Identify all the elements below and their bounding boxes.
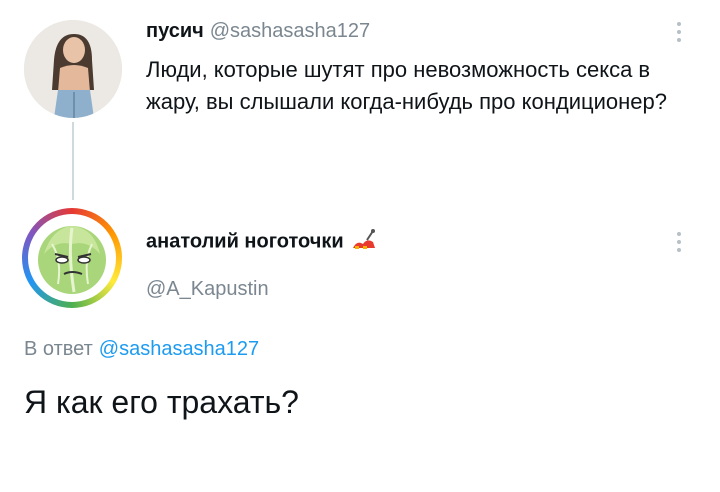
parent-tweet-text: Люди, которые шутят про невозможность се… <box>146 57 667 114</box>
parent-display-name[interactable]: пусич <box>146 20 204 42</box>
reply-to-mention[interactable]: @sashasasha127 <box>99 338 259 360</box>
reply-to-line: В ответ @sashasasha127 <box>24 338 259 361</box>
thread-line <box>72 122 74 200</box>
person-photo-avatar-icon <box>24 20 122 118</box>
reply-tweet-text: Я как его трахать? <box>24 384 299 420</box>
cabbage-avatar-icon <box>38 226 106 294</box>
parent-tweet-header: пусич @sashasasha127 <box>146 20 370 43</box>
reply-display-name-row: анатолий ноготочки <box>146 228 377 256</box>
reply-more-options-icon[interactable] <box>676 232 682 256</box>
reply-handle[interactable]: @A_Kapustin <box>146 278 269 301</box>
parent-handle[interactable]: @sashasasha127 <box>210 20 370 42</box>
nail-polish-emoji-icon <box>351 228 377 256</box>
parent-avatar[interactable] <box>24 20 122 118</box>
parent-more-options-icon[interactable] <box>676 22 682 46</box>
reply-avatar[interactable] <box>28 214 116 302</box>
reply-to-prefix: В ответ <box>24 338 93 360</box>
reply-display-name[interactable]: анатолий ноготочки <box>146 230 344 252</box>
